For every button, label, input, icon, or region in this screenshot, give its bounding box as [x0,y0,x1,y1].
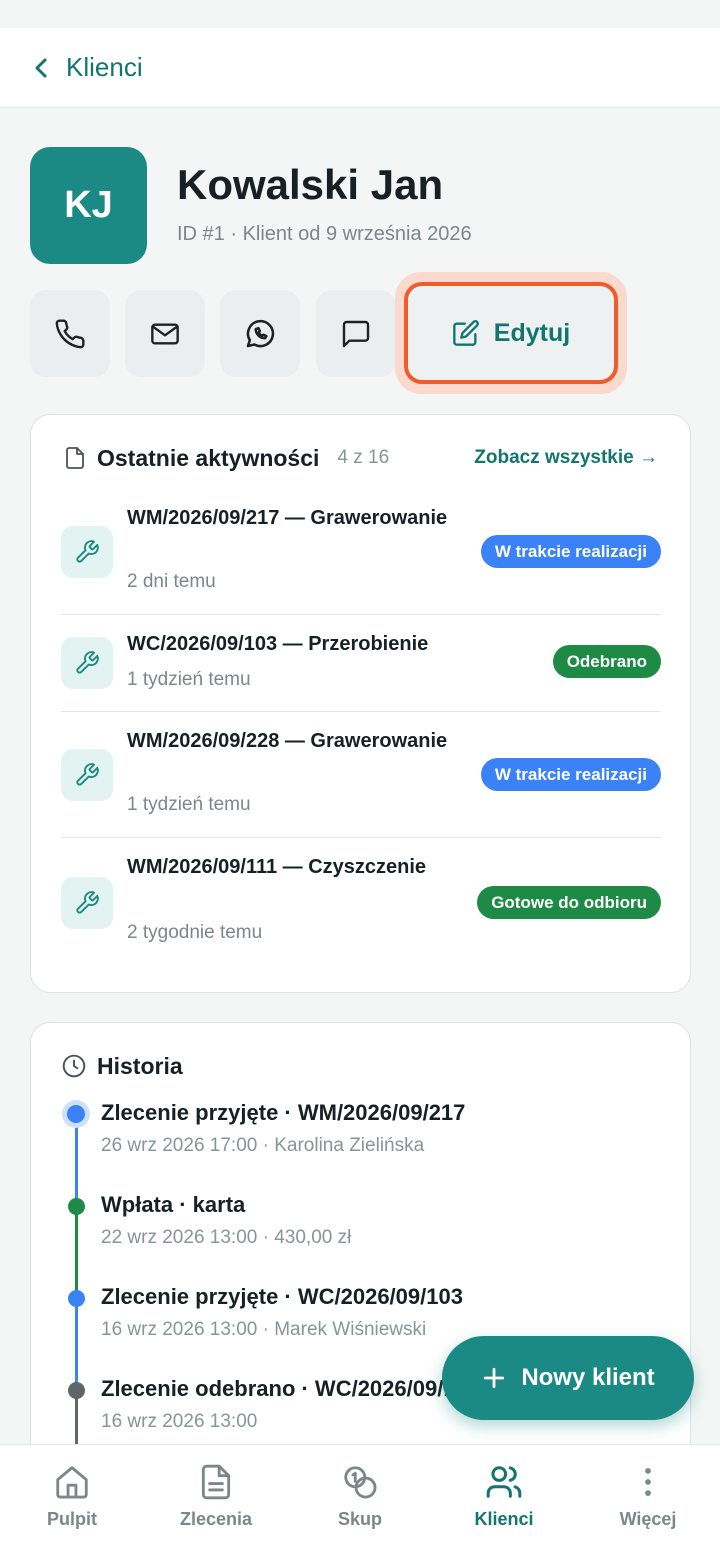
history-title: Historia [97,1052,183,1079]
nav-item-pulpit[interactable]: Pulpit [0,1445,144,1561]
activities-count: 4 z 16 [337,447,390,468]
activity-time: 1 tydzień temu [127,794,251,815]
divider [61,837,661,838]
edit-button[interactable]: Edytuj [404,282,618,384]
edit-icon [452,320,479,346]
history-item-sub: 16 wrz 2026 13:00 [101,1411,258,1432]
history-item-sub: 16 wrz 2026 13:00 · Marek Wiśniewski [101,1319,427,1340]
activity-title: WM/2026/09/228 — Grawerowanie [127,730,448,752]
see-all-link[interactable]: Zobacz wszystkie → [474,447,658,469]
activity-title: WC/2026/09/103 — Przerobienie [127,633,429,655]
status-badge: Odebrano [552,645,661,678]
users-icon [486,1466,522,1498]
document-icon [201,1464,231,1500]
more-vertical-icon [645,1468,651,1496]
back-chevron-icon[interactable] [30,57,52,79]
wrench-icon [61,637,113,689]
bottom-navigation: Pulpit Zlecenia Skup Klienci Więcej [0,1444,720,1561]
recent-activities-card: Ostatnie aktywności 4 z 16 Zobacz wszyst… [30,414,691,993]
activity-item[interactable]: WC/2026/09/103 — Przerobienie 1 tydzień … [61,627,661,707]
nav-label: Zlecenia [179,1509,253,1529]
wrench-icon [61,877,113,929]
wrench-icon [61,749,113,801]
back-link[interactable]: Klienci [66,52,143,83]
activity-time: 2 tygodnie temu [127,922,263,943]
timeline-dot [68,1382,85,1399]
email-button[interactable] [125,290,205,377]
status-badge: Gotowe do odbioru [477,886,661,919]
activity-time: 1 tydzień temu [127,669,251,690]
timeline-dot [68,1198,85,1215]
wrench-icon [61,526,113,578]
nav-item-klienci[interactable]: Klienci [432,1445,576,1561]
nav-item-skup[interactable]: Skup [288,1445,432,1561]
status-badge: W trakcie realizacji [480,758,661,791]
home-icon [56,1466,88,1499]
top-bar: Klienci [0,28,720,108]
timeline-dot [68,1290,85,1307]
client-meta: ID #1 · Klient od 9 września 2026 [177,223,472,245]
history-item-title: Zlecenie przyjęte · WC/2026/09/103 [101,1284,463,1309]
nav-item-zlecenia[interactable]: Zlecenia [144,1445,288,1561]
activities-title: Ostatnie aktywności [97,444,320,471]
timeline-line [75,1207,78,1299]
activity-item[interactable]: WM/2026/09/111 — Czyszczenie 2 tygodnie … [61,852,661,950]
nav-label: Skup [337,1509,382,1529]
activity-title: WM/2026/09/111 — Czyszczenie [127,856,427,878]
status-badge: W trakcie realizacji [480,535,661,568]
client-name: Kowalski Jan [177,161,444,208]
edit-label: Edytuj [493,318,571,347]
history-item-sub: 22 wrz 2026 13:00 · 430,00 zł [101,1227,352,1248]
client-profile: KJ Kowalski Jan ID #1 · Klient od 9 wrze… [30,147,472,264]
whatsapp-icon [246,319,275,347]
clock-icon [62,1054,86,1078]
mail-icon [151,322,179,345]
activity-time: 2 dni temu [127,571,216,592]
call-button[interactable] [30,290,110,377]
nav-label: Więcej [619,1509,677,1529]
divider [61,614,661,615]
history-item-title: Wpłata · karta [101,1192,246,1217]
sms-button[interactable] [316,290,396,377]
divider [61,711,661,712]
activity-item[interactable]: WM/2026/09/228 — Grawerowanie 1 tydzień … [61,726,661,824]
timeline-line [75,1299,78,1391]
history-item-title: Zlecenie przyjęte · WM/2026/09/217 [101,1100,466,1125]
nav-item-wiecej[interactable]: Więcej [576,1445,720,1561]
message-icon [342,320,370,347]
coins-icon [344,1466,377,1499]
phone-icon [55,318,85,348]
whatsapp-button[interactable] [220,290,300,377]
nav-label: Pulpit [47,1509,97,1529]
new-client-label: Nowy klient [521,1364,655,1391]
activity-title: WM/2026/09/217 — Grawerowanie [127,507,448,529]
avatar: KJ [30,147,147,264]
history-item-sub: 26 wrz 2026 17:00 · Karolina Zielińska [101,1135,425,1156]
new-client-button[interactable]: Nowy klient [442,1336,694,1420]
nav-label: Klienci [474,1509,534,1529]
timeline-line [75,1127,78,1207]
activity-item[interactable]: WM/2026/09/217 — Grawerowanie 2 dni temu… [61,503,661,601]
timeline-dot [67,1105,85,1123]
history-item-title: Zlecenie odebrano · WC/2026/09/103 [101,1376,481,1401]
plus-icon [484,1367,505,1389]
file-icon [66,447,84,469]
